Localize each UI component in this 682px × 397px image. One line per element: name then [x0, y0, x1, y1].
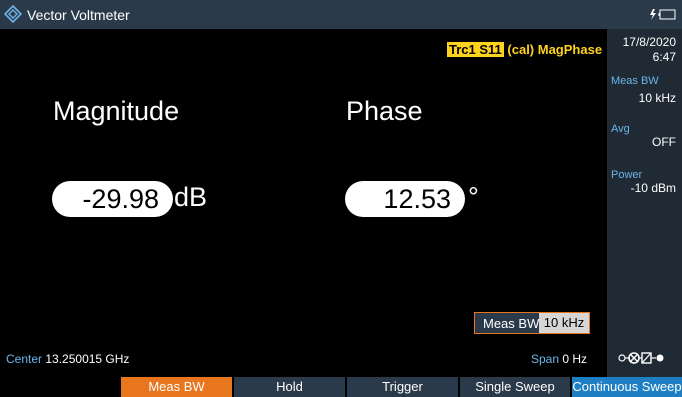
- center-frequency[interactable]: Center 13.250015 GHz: [6, 352, 129, 366]
- meas-bw-indicator[interactable]: Meas BW 10 kHz: [474, 312, 590, 334]
- softkey-bar: Meas BW Hold Trigger Single Sweep Contin…: [0, 377, 682, 397]
- softkey-single-sweep[interactable]: Single Sweep: [460, 377, 570, 397]
- span-label: Span: [531, 352, 560, 366]
- trace-format: (cal) MagPhase: [507, 42, 603, 57]
- avg-side-value[interactable]: OFF: [652, 135, 676, 149]
- phase-value: 12.53: [345, 181, 465, 217]
- meas-bw-indicator-label: Meas BW: [483, 316, 540, 331]
- meas-bw-indicator-value: 10 kHz: [539, 313, 589, 333]
- date: 17/8/2020: [622, 35, 676, 49]
- app-title: Vector Voltmeter: [27, 7, 130, 23]
- power-side-label: Power: [611, 169, 643, 181]
- center-value: 13.250015 GHz: [45, 352, 130, 366]
- power-side-value[interactable]: -10 dBm: [631, 181, 676, 195]
- magnitude-value: -29.98: [52, 181, 173, 217]
- center-label: Center: [6, 352, 43, 366]
- meas-bw-side-value[interactable]: 10 kHz: [639, 91, 676, 105]
- phase-heading: Phase: [346, 96, 423, 126]
- trace-name: Trc1 S11: [447, 42, 504, 57]
- softkey-hold[interactable]: Hold: [234, 377, 345, 397]
- softkey-meas-bw[interactable]: Meas BW: [121, 377, 232, 397]
- side-panel: 17/8/2020 6:47 Meas BW 10 kHz Avg OFF Po…: [607, 29, 682, 377]
- rs-diamond-logo-icon: [4, 5, 22, 23]
- phase-unit: °: [468, 182, 479, 212]
- meas-bw-side-label: Meas BW: [611, 75, 659, 87]
- softkey-continuous-sweep[interactable]: Continuous Sweep: [572, 377, 682, 397]
- span-value: 0 Hz: [562, 352, 588, 366]
- connector-status-icon: [618, 352, 664, 364]
- avg-side-label: Avg: [611, 123, 630, 135]
- trace-label[interactable]: Trc1 S11 (cal) MagPhase: [447, 42, 602, 57]
- title-bar: Vector Voltmeter: [0, 0, 682, 29]
- date-time: 17/8/2020 6:47: [623, 35, 676, 65]
- magnitude-heading: Magnitude: [53, 96, 180, 126]
- battery-charging-icon: [650, 9, 676, 20]
- magnitude-unit: dB: [174, 182, 208, 212]
- time: 6:47: [652, 50, 676, 64]
- span-info[interactable]: Span 0 Hz: [531, 352, 587, 366]
- softkey-trigger[interactable]: Trigger: [347, 377, 458, 397]
